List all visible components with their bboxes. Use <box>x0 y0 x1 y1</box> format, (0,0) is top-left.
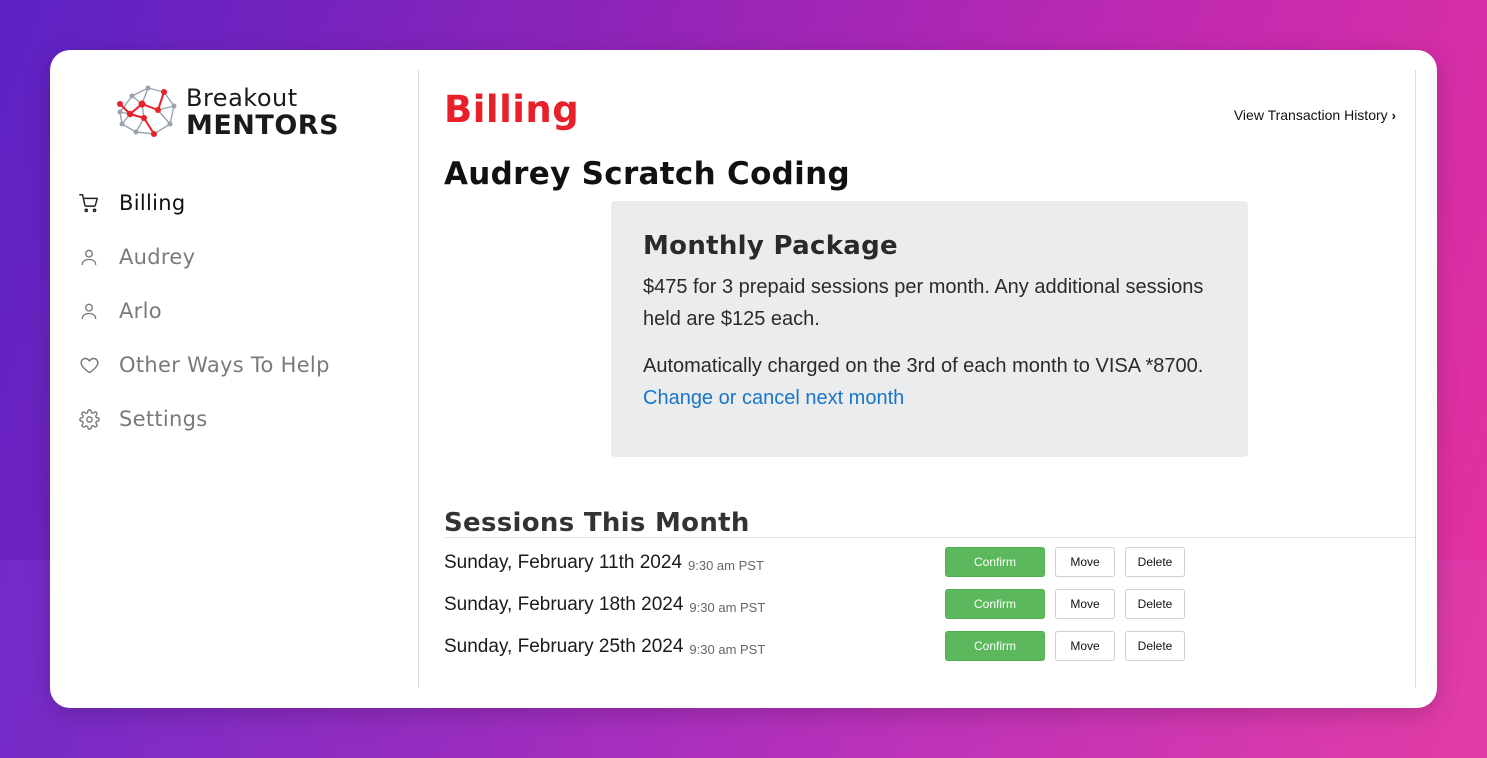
confirm-button[interactable]: Confirm <box>945 547 1045 577</box>
session-date: Sunday, February 25th 2024 <box>444 636 684 657</box>
session-row: Sunday, February 25th 2024 9:30 am PST C… <box>444 631 1204 663</box>
sidebar: Breakout MENTORS Billing Audrey Arlo Oth… <box>50 50 418 708</box>
user-icon <box>78 300 100 322</box>
delete-button[interactable]: Delete <box>1125 631 1185 661</box>
package-title: Monthly Package <box>643 231 898 261</box>
confirm-button[interactable]: Confirm <box>945 631 1045 661</box>
sidebar-item-label: Audrey <box>119 245 196 269</box>
charge-text: Automatically charged on the 3rd of each… <box>643 355 1204 377</box>
session-time: 9:30 am PST <box>689 641 766 657</box>
session-row: Sunday, February 11th 2024 9:30 am PST C… <box>444 547 1204 579</box>
sidebar-item-settings[interactable]: Settings <box>78 392 330 446</box>
move-button[interactable]: Move <box>1055 547 1115 577</box>
session-time: 9:30 am PST <box>689 599 766 615</box>
cart-icon <box>78 192 100 214</box>
student-program-title: Audrey Scratch Coding <box>444 156 850 192</box>
user-icon <box>78 246 100 268</box>
main-content: Billing View Transaction History › Audre… <box>444 50 1416 708</box>
brand-logo[interactable]: Breakout MENTORS <box>114 80 354 144</box>
sidebar-item-label: Billing <box>119 191 186 215</box>
package-description: $475 for 3 prepaid sessions per month. A… <box>643 276 1204 330</box>
delete-button[interactable]: Delete <box>1125 547 1185 577</box>
delete-button[interactable]: Delete <box>1125 589 1185 619</box>
confirm-button[interactable]: Confirm <box>945 589 1045 619</box>
view-transaction-history-link[interactable]: View Transaction History › <box>1234 107 1396 123</box>
session-time: 9:30 am PST <box>688 557 764 573</box>
sidebar-item-label: Arlo <box>119 299 162 323</box>
session-actions: Confirm Move Delete <box>945 547 1185 577</box>
sidebar-item-arlo[interactable]: Arlo <box>78 284 330 338</box>
move-button[interactable]: Move <box>1055 631 1115 661</box>
sidebar-item-billing[interactable]: Billing <box>78 176 330 230</box>
session-row: Sunday, February 18th 2024 9:30 am PST C… <box>444 589 1204 621</box>
brand-line2: MENTORS <box>186 110 340 141</box>
move-button[interactable]: Move <box>1055 589 1115 619</box>
sidebar-item-label: Other Ways To Help <box>119 353 330 377</box>
sidebar-item-other-ways-to-help[interactable]: Other Ways To Help <box>78 338 330 392</box>
session-actions: Confirm Move Delete <box>945 589 1185 619</box>
heart-icon <box>78 354 100 376</box>
brand-line1: Breakout <box>186 84 298 112</box>
sessions-title: Sessions This Month <box>444 508 750 538</box>
history-link-label: View Transaction History <box>1233 107 1388 123</box>
page-title: Billing <box>444 88 580 131</box>
sidebar-divider <box>418 70 419 688</box>
sidebar-item-audrey[interactable]: Audrey <box>78 230 330 284</box>
package-card: Monthly Package $475 for 3 prepaid sessi… <box>611 201 1248 457</box>
sidebar-item-label: Settings <box>119 407 208 431</box>
chevron-right-icon: › <box>1391 107 1396 123</box>
gear-icon <box>78 408 100 430</box>
session-actions: Confirm Move Delete <box>945 631 1185 661</box>
sidebar-nav: Billing Audrey Arlo Other Ways To Help S… <box>78 176 330 446</box>
session-date: Sunday, February 18th 2024 <box>444 594 684 615</box>
right-divider <box>1415 70 1416 688</box>
session-date: Sunday, February 11th 2024 <box>444 552 683 573</box>
package-charge-info: Automatically charged on the 3rd of each… <box>643 350 1216 414</box>
app-card: Breakout MENTORS Billing Audrey Arlo Oth… <box>50 50 1437 708</box>
brand-wordmark: Breakout MENTORS <box>186 86 339 139</box>
sessions-divider <box>444 537 1415 538</box>
change-or-cancel-link[interactable]: Change or cancel next month <box>643 387 904 409</box>
brain-network-icon <box>117 85 177 137</box>
